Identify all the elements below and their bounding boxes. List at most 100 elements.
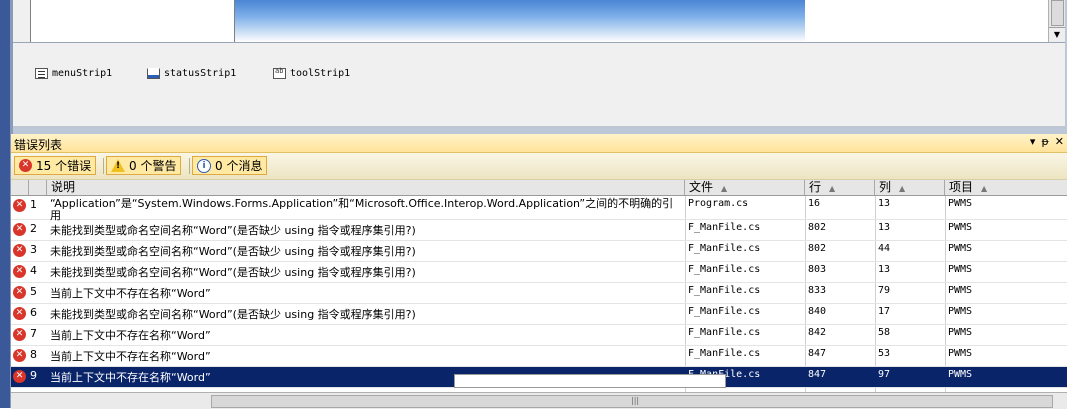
table-row[interactable]: ✕ 5 当前上下文中不存在名称“Word” F_ManFile.cs 833 7… — [11, 283, 1067, 304]
menu-strip-icon — [35, 67, 48, 79]
row-line: 803 — [808, 264, 827, 275]
row-project: PWMS — [948, 222, 973, 233]
header-line-label: 行 — [809, 180, 822, 194]
table-row[interactable]: ✕ 6 未能找到类型或命名空间名称“Word”(是否缺少 using 指令或程序… — [11, 304, 1067, 325]
tray-item-menustrip[interactable]: menuStrip1 — [35, 65, 112, 81]
table-row[interactable]: ✕ 8 当前上下文中不存在名称“Word” F_ManFile.cs 847 5… — [11, 346, 1067, 367]
header-icon-column[interactable] — [11, 180, 29, 195]
row-project: PWMS — [948, 327, 973, 338]
tray-item-statusstrip[interactable]: statusStrip1 — [147, 65, 236, 81]
row-project: PWMS — [948, 243, 973, 254]
designer-scroll-thumb[interactable] — [1051, 0, 1064, 26]
panel-title: 错误列表 — [14, 138, 63, 152]
error-rows: ✕ 1 “Application”是“System.Windows.Forms.… — [11, 196, 1067, 394]
row-description: 当前上下文中不存在名称“Word” — [50, 287, 211, 300]
tray-item-toolstrip[interactable]: toolStrip1 — [273, 65, 350, 81]
form-panel-right[interactable] — [805, 0, 1051, 42]
scroll-down-icon[interactable]: ▼ — [1049, 27, 1065, 42]
window-position-dropdown-icon[interactable]: ▾ — [1030, 135, 1036, 148]
row-line: 802 — [808, 222, 827, 233]
tooltip-popup — [454, 374, 726, 388]
row-number: 4 — [30, 264, 37, 277]
errors-filter-button[interactable]: ✕ 15 个错误 — [14, 156, 97, 175]
row-line: 833 — [808, 285, 827, 296]
row-column: 13 — [878, 222, 891, 233]
tool-strip-icon — [273, 67, 286, 79]
error-icon: ✕ — [13, 370, 26, 383]
row-file: F_ManFile.cs — [688, 327, 761, 338]
form-designer: ▼ menuStrip1 statusStrip1 toolStrip1 — [0, 0, 1067, 134]
row-file: F_ManFile.cs — [688, 222, 761, 233]
tray-item-label: toolStrip1 — [290, 67, 351, 79]
error-icon: ✕ — [13, 223, 26, 236]
table-row[interactable]: ✕ 3 未能找到类型或命名空间名称“Word”(是否缺少 using 指令或程序… — [11, 241, 1067, 262]
row-line: 842 — [808, 327, 827, 338]
row-description: 当前上下文中不存在名称“Word” — [50, 371, 211, 384]
row-number: 9 — [30, 369, 37, 382]
row-project: PWMS — [948, 198, 973, 209]
messages-filter-button[interactable]: i 0 个消息 — [192, 156, 268, 175]
row-line: 847 — [808, 369, 827, 380]
row-column: 13 — [878, 198, 891, 209]
toolbar-separator — [189, 158, 190, 174]
error-icon: ✕ — [13, 328, 26, 341]
component-tray: menuStrip1 statusStrip1 toolStrip1 — [13, 43, 1065, 127]
tray-item-label: menuStrip1 — [52, 67, 113, 79]
row-project: PWMS — [948, 285, 973, 296]
row-project: PWMS — [948, 348, 973, 359]
warnings-filter-label: 0 个警告 — [129, 159, 177, 173]
table-row[interactable]: ✕ 2 未能找到类型或命名空间名称“Word”(是否缺少 using 指令或程序… — [11, 220, 1067, 241]
row-column: 53 — [878, 348, 891, 359]
row-file: F_ManFile.cs — [688, 243, 761, 254]
row-line: 802 — [808, 243, 827, 254]
header-file[interactable]: 文件 ▲ — [685, 180, 805, 195]
row-column: 79 — [878, 285, 891, 296]
designer-vertical-scrollbar[interactable]: ▼ — [1048, 0, 1065, 42]
horizontal-scrollbar[interactable]: ||| — [11, 392, 1067, 409]
header-number-column[interactable] — [29, 180, 47, 195]
row-file: F_ManFile.cs — [688, 285, 761, 296]
ide-left-border — [0, 0, 10, 134]
row-column: 97 — [878, 369, 891, 380]
error-icon: ✕ — [13, 286, 26, 299]
header-column-label: 列 — [879, 180, 892, 194]
row-description: 当前上下文中不存在名称“Word” — [50, 350, 211, 363]
error-list-window: 错误列表 ▾ ᵽ ✕ ✕ 15 个错误 0 个警告 i 0 个消息 — [0, 134, 1067, 409]
form-canvas[interactable]: ▼ — [13, 0, 1065, 43]
form-panel-left[interactable] — [30, 0, 244, 42]
tray-item-label: statusStrip1 — [164, 67, 237, 79]
row-column: 58 — [878, 327, 891, 338]
row-description: 未能找到类型或命名空间名称“Word”(是否缺少 using 指令或程序集引用?… — [50, 245, 416, 258]
sort-icon: ▲ — [721, 184, 728, 193]
row-number: 3 — [30, 243, 37, 256]
error-icon: ✕ — [13, 244, 26, 257]
row-column: 17 — [878, 306, 891, 317]
table-row[interactable]: ✕ 7 当前上下文中不存在名称“Word” F_ManFile.cs 842 5… — [11, 325, 1067, 346]
row-line: 840 — [808, 306, 827, 317]
row-line: 16 — [808, 198, 821, 209]
row-column: 13 — [878, 264, 891, 275]
pin-icon[interactable]: ᵽ — [1041, 135, 1048, 148]
table-row[interactable]: ✕ 1 “Application”是“System.Windows.Forms.… — [11, 196, 1067, 222]
warnings-filter-button[interactable]: 0 个警告 — [106, 156, 182, 175]
row-file: F_ManFile.cs — [688, 306, 761, 317]
row-line: 847 — [808, 348, 827, 359]
header-line[interactable]: 行 ▲ — [805, 180, 875, 195]
sort-icon: ▲ — [981, 184, 988, 193]
row-project: PWMS — [948, 264, 973, 275]
header-column[interactable]: 列 ▲ — [875, 180, 945, 195]
row-description: 当前上下文中不存在名称“Word” — [50, 329, 211, 342]
row-file: F_ManFile.cs — [688, 348, 761, 359]
header-description[interactable]: 说明 — [47, 180, 685, 195]
close-icon[interactable]: ✕ — [1055, 135, 1064, 148]
error-icon: ✕ — [13, 265, 26, 278]
panel-title-bar[interactable]: 错误列表 ▾ ᵽ ✕ — [11, 134, 1067, 153]
status-strip-icon — [147, 67, 160, 79]
table-row[interactable]: ✕ 4 未能找到类型或命名空间名称“Word”(是否缺少 using 指令或程序… — [11, 262, 1067, 283]
form-background-image[interactable] — [234, 0, 806, 42]
row-column: 44 — [878, 243, 891, 254]
row-project: PWMS — [948, 306, 973, 317]
sort-icon: ▲ — [899, 184, 906, 193]
error-icon: ✕ — [13, 307, 26, 320]
header-project[interactable]: 项目 ▲ — [945, 180, 1067, 195]
